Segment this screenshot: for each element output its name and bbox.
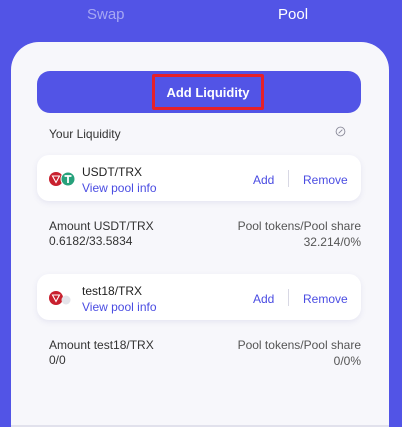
pair-name: test18/TRX [82, 284, 143, 298]
remove-link[interactable]: Remove [303, 292, 348, 306]
amount-label: Amount USDT/TRX [49, 219, 154, 233]
divider [288, 170, 289, 187]
add-liquidity-button[interactable]: Add Liquidity [37, 71, 361, 113]
pool-share-label: Pool tokens/Pool share [237, 338, 361, 352]
pool-header: USDT/TRX View pool info Add Remove [37, 155, 361, 201]
amount-value: 0.6182/33.5834 [49, 234, 133, 248]
token-pair-icon [49, 291, 71, 305]
top-tabs: Swap Pool [0, 0, 402, 38]
highlight-box: Add Liquidity [152, 74, 264, 110]
pool-share-value: 0/0% [333, 354, 361, 368]
amount-label: Amount test18/TRX [49, 338, 154, 352]
view-pool-info-link[interactable]: View pool info [82, 181, 157, 195]
tab-swap[interactable]: Swap [87, 6, 125, 24]
amount-value: 0/0 [49, 353, 66, 367]
info-icon[interactable] [335, 126, 346, 137]
pair-name: USDT/TRX [82, 165, 142, 179]
add-liquidity-label: Add Liquidity [166, 84, 250, 100]
token-pair-icon [49, 171, 76, 187]
add-link[interactable]: Add [253, 173, 274, 187]
your-liquidity-header: Your Liquidity [49, 127, 121, 141]
add-link[interactable]: Add [253, 292, 274, 306]
view-pool-info-link[interactable]: View pool info [82, 300, 157, 314]
pool-share-value: 32.214/0% [303, 235, 361, 249]
divider [288, 289, 289, 306]
pool-card: Add Liquidity Your Liquidity USDT/TRX Vi… [11, 42, 389, 427]
remove-link[interactable]: Remove [303, 173, 348, 187]
pool-header: test18/TRX View pool info Add Remove [37, 274, 361, 320]
pool-share-label: Pool tokens/Pool share [237, 219, 361, 233]
tab-pool[interactable]: Pool [278, 6, 308, 24]
